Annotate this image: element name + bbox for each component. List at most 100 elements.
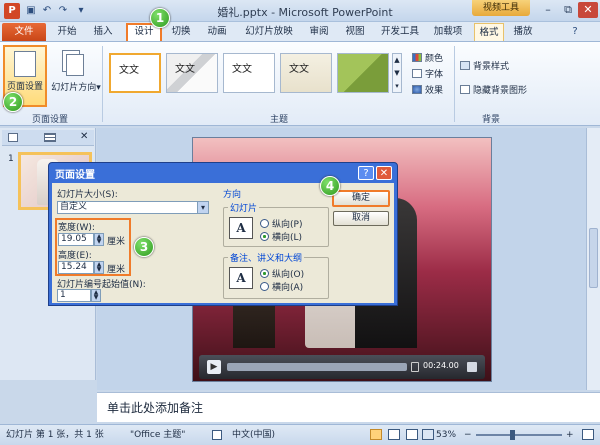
status-zoom[interactable]: 53% <box>436 425 456 445</box>
redo-icon[interactable]: ↷ <box>56 4 70 18</box>
landscape-notes-radio[interactable] <box>260 282 269 291</box>
theme-gallery-scroll[interactable]: ▲ ▼ ▾ <box>392 53 402 93</box>
spin-down-icon[interactable]: ▼ <box>95 239 103 245</box>
status-theme: "Office 主题" <box>130 430 186 440</box>
start-number-stepper[interactable]: ▲ ▼ <box>91 289 101 302</box>
notes-group-label: 备注、讲义和大纲 <box>228 251 305 264</box>
height-unit: 厘米 <box>107 265 126 275</box>
landscape-slides-radio[interactable] <box>260 232 269 241</box>
minimize-icon[interactable]: – <box>538 2 558 18</box>
theme-thumbnail-4[interactable]: 文文 <box>280 53 332 93</box>
portrait-notes-label[interactable]: 纵向(O) <box>272 267 304 280</box>
scrollbar-thumb[interactable] <box>589 228 598 288</box>
height-input[interactable]: 15.24 <box>58 261 94 274</box>
tab-developer[interactable]: 开发工具 <box>376 23 424 41</box>
close-pane-icon[interactable]: ✕ <box>80 131 88 142</box>
reading-view-icon[interactable] <box>406 429 418 440</box>
tab-view[interactable]: 视图 <box>340 23 370 41</box>
cancel-button[interactable]: 取消 <box>333 211 389 226</box>
powerpoint-logo-icon[interactable]: P <box>4 3 20 19</box>
step-badge-3: 3 <box>134 237 154 257</box>
scroll-down-icon[interactable]: ▼ <box>393 67 401 80</box>
tab-file[interactable]: 文件 <box>2 23 46 41</box>
start-number-input[interactable]: 1 <box>57 289 91 302</box>
dialog-help-icon[interactable]: ? <box>358 166 374 180</box>
tab-start[interactable]: 开始 <box>52 23 82 41</box>
vertical-scrollbar[interactable] <box>586 128 600 390</box>
scroll-up-icon[interactable]: ▲ <box>393 54 401 67</box>
step-badge-2: 2 <box>3 92 23 112</box>
volume-icon[interactable] <box>411 362 419 372</box>
undo-icon[interactable]: ↶ <box>40 4 54 18</box>
step-badge-1: 1 <box>150 8 170 28</box>
theme-thumbnail-office[interactable]: 文文 <box>109 53 161 93</box>
tab-playback[interactable]: 播放 <box>508 23 538 41</box>
slide-size-select[interactable]: 自定义 <box>57 201 207 214</box>
theme-thumbnail-3[interactable]: 文文 <box>223 53 275 93</box>
zoom-slider[interactable] <box>476 434 562 436</box>
effects-label: 效果 <box>425 86 444 96</box>
fit-to-window-icon[interactable] <box>582 429 594 440</box>
gallery-more-icon[interactable]: ▾ <box>393 80 401 93</box>
seek-bar[interactable] <box>227 363 407 371</box>
save-icon[interactable]: ▣ <box>24 4 38 18</box>
height-stepper[interactable]: ▲ ▼ <box>94 261 104 274</box>
landscape-notes-label[interactable]: 横向(A) <box>272 280 303 293</box>
slide-orientation-preview-icon: A <box>229 217 253 239</box>
theme-fonts-button[interactable]: 字体 <box>412 68 443 82</box>
portrait-slides-radio[interactable] <box>260 219 269 228</box>
slideshow-icon[interactable] <box>422 429 434 440</box>
slides-tab-icon[interactable] <box>8 133 18 142</box>
page-setup-dialog: 页面设置 ? ✕ 幻灯片大小(S): 自定义 ▾ 宽度(W): 19.05 ▲ ▼… <box>48 162 398 306</box>
hide-background-label: 隐藏背景图形 <box>473 86 528 96</box>
theme-preview-text: 文文 <box>175 64 195 75</box>
ok-button[interactable]: 确定 <box>332 190 390 207</box>
close-window-icon[interactable]: ✕ <box>578 2 598 18</box>
width-stepper[interactable]: ▲ ▼ <box>94 233 104 246</box>
theme-effects-button[interactable]: 效果 <box>412 84 443 98</box>
status-language[interactable]: 中文(中国) <box>232 425 275 445</box>
group-label-background: 背景 <box>481 115 500 125</box>
zoom-out-icon[interactable]: − <box>464 425 472 445</box>
landscape-slides-label[interactable]: 横向(L) <box>272 230 302 243</box>
spellcheck-icon[interactable] <box>212 430 222 440</box>
tab-slideshow[interactable]: 幻灯片放映 <box>240 23 298 41</box>
tab-insert[interactable]: 插入 <box>88 23 118 41</box>
theme-preview-text: 文文 <box>289 64 309 75</box>
tab-transition[interactable]: 切换 <box>166 23 196 41</box>
theme-thumbnail-5[interactable] <box>337 53 389 93</box>
outline-tab-icon[interactable] <box>44 133 56 142</box>
tab-review[interactable]: 审阅 <box>304 23 334 41</box>
tab-addins[interactable]: 加载项 <box>428 23 468 41</box>
status-bar: 幻灯片 第 1 张，共 1 张 "Office 主题" 中文(中国) 53% −… <box>0 424 600 445</box>
slide-sorter-icon[interactable] <box>388 429 400 440</box>
portrait-notes-radio[interactable] <box>260 269 269 278</box>
dialog-body: 幻灯片大小(S): 自定义 ▾ 宽度(W): 19.05 ▲ ▼ 厘米 高度(E)… <box>52 183 394 303</box>
play-icon[interactable]: ▶ <box>207 360 221 374</box>
status-slide-info: 幻灯片 第 1 张，共 1 张 <box>6 430 104 440</box>
background-styles-button[interactable]: 背景样式 <box>460 60 509 74</box>
dialog-close-icon[interactable]: ✕ <box>376 166 392 180</box>
slide-orientation-button[interactable]: 幻灯片方向▾ <box>50 80 102 93</box>
hide-background-checkbox[interactable]: 隐藏背景图形 <box>460 84 527 98</box>
zoom-in-icon[interactable]: + <box>566 425 574 445</box>
chevron-down-icon: ▾ <box>96 83 101 93</box>
tab-format[interactable]: 格式 <box>474 23 504 41</box>
portrait-slides-label[interactable]: 纵向(P) <box>272 217 302 230</box>
spin-down-icon[interactable]: ▼ <box>92 295 100 301</box>
tab-animation[interactable]: 动画 <box>202 23 232 41</box>
customize-quick-access-icon[interactable]: ▾ <box>74 4 88 18</box>
normal-view-icon[interactable] <box>370 429 382 440</box>
theme-thumbnail-2[interactable]: 文文 <box>166 53 218 93</box>
orientation-title: 方向 <box>223 190 242 200</box>
notes-pane[interactable]: 单击此处添加备注 <box>97 392 600 422</box>
chevron-down-icon[interactable]: ▾ <box>197 201 209 214</box>
width-input[interactable]: 19.05 <box>58 233 94 246</box>
restore-icon[interactable]: ⧉ <box>558 2 578 18</box>
theme-colors-button[interactable]: 颜色 <box>412 52 443 66</box>
help-icon[interactable]: ? <box>568 25 582 39</box>
background-styles-label: 背景样式 <box>473 62 510 72</box>
volume-slider-icon[interactable] <box>467 362 477 372</box>
spin-down-icon[interactable]: ▼ <box>95 267 103 273</box>
zoom-slider-thumb[interactable] <box>510 430 515 440</box>
